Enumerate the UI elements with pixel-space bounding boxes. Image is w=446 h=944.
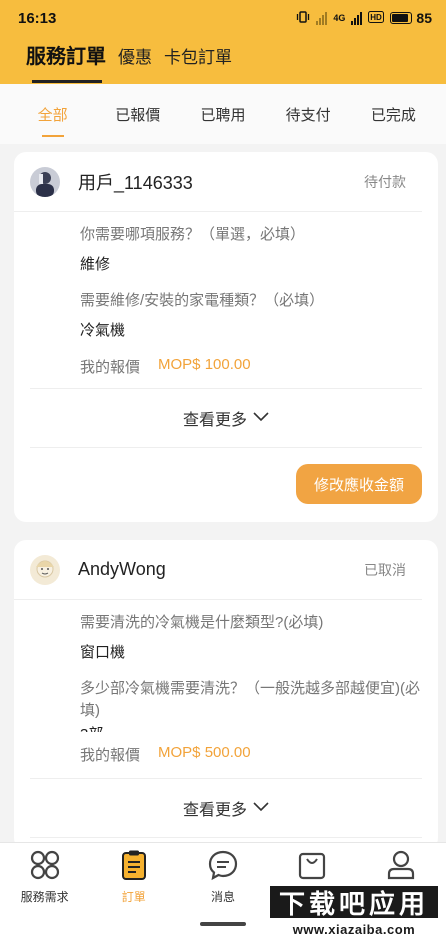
battery-icon: 85 — [390, 10, 432, 26]
subtab-all[interactable]: 全部 — [18, 104, 88, 137]
nav-orders[interactable]: 訂單 — [94, 849, 174, 905]
subtab-completed[interactable]: 已完成 — [358, 104, 428, 125]
answer-text: 維修 — [80, 256, 111, 273]
nav-label: 消息 — [210, 890, 235, 904]
status-filter-tabs: 全部 已報價 已聘用 待支付 已完成 — [0, 84, 446, 144]
hd-icon: HD — [368, 10, 385, 26]
order-status: 已取消 — [364, 561, 406, 578]
answer-text: 冷氣機 — [80, 322, 126, 339]
status-bar: 16:13 4G HD 85 — [0, 0, 446, 36]
avatar[interactable] — [30, 554, 60, 585]
chevron-down-icon — [253, 409, 269, 427]
quote-amount: MOP$ 500.00 — [158, 744, 251, 761]
header-bar: 16:13 4G HD 85 服務訂單 優惠 卡包訂單 — [0, 0, 446, 84]
watermark: 下载吧应用 www.xiazaiba.com — [268, 884, 440, 944]
order-status: 待付款 — [364, 173, 406, 190]
answer-text: 窗口機 — [80, 644, 126, 661]
main-tabs: 服務訂單 優惠 卡包訂單 — [26, 40, 232, 83]
quote-row: 我的報價 MOP$ 500.00 — [80, 744, 251, 764]
quote-label: 我的報價 — [80, 359, 141, 376]
nav-label: 服務需求 — [20, 890, 69, 904]
tab-card-orders[interactable]: 卡包訂單 — [164, 43, 232, 68]
answer-text: 3部 — [80, 724, 422, 732]
quote-label: 我的報價 — [80, 747, 141, 764]
network-type: 4G — [333, 13, 346, 23]
question-text: 需要維修/安裝的家電種類？（必填） — [80, 292, 325, 309]
order-username: AndyWong — [78, 559, 166, 579]
clipboard-icon — [118, 849, 150, 886]
edit-amount-button[interactable]: 修改應收金額 — [296, 464, 422, 504]
question-text: 你需要哪項服務？（單選，必填） — [80, 226, 306, 243]
order-card[interactable]: AndyWong 已取消 需要清洗的冷氣機是什麼類型?(必填) 窗口機 多少部冷… — [14, 540, 438, 850]
status-icons: 4G HD 85 — [296, 10, 432, 27]
subtab-quoted[interactable]: 已報價 — [103, 104, 173, 125]
grid-icon — [29, 849, 61, 886]
subtab-pending-payment[interactable]: 待支付 — [273, 104, 343, 125]
home-indicator[interactable] — [200, 922, 246, 926]
svg-text:HD: HD — [371, 13, 383, 22]
order-username: 用戶_1146333 — [78, 172, 193, 193]
user-icon — [385, 849, 417, 886]
view-more-button[interactable]: 查看更多 — [30, 778, 422, 838]
battery-level: 85 — [416, 10, 432, 26]
avatar[interactable] — [30, 166, 60, 197]
vibrate-icon — [296, 10, 310, 27]
nav-label: 訂單 — [121, 890, 146, 904]
tab-service-orders[interactable]: 服務訂單 — [26, 40, 106, 83]
question-text: 多少部冷氣機需要清洗？（一般洗越多部越便宜)(必填) — [80, 680, 420, 719]
subtab-hired[interactable]: 已聘用 — [188, 104, 258, 125]
signal-icon-2 — [351, 11, 363, 25]
status-time: 16:13 — [18, 9, 57, 27]
nav-service-requests[interactable]: 服務需求 — [5, 849, 85, 905]
view-more-label: 查看更多 — [182, 802, 247, 819]
view-more-button[interactable]: 查看更多 — [30, 388, 422, 448]
watermark-url: www.xiazaiba.com — [268, 922, 440, 937]
chat-bubble-icon — [207, 849, 239, 886]
order-details: 你需要哪項服務？（單選，必填） 維修 需要維修/安裝的家電種類？（必填） 冷氣機… — [14, 212, 438, 377]
nav-messages[interactable]: 消息 — [183, 849, 263, 905]
view-more-label: 查看更多 — [182, 412, 247, 429]
shopping-bag-icon — [296, 849, 328, 886]
order-card-header: AndyWong 已取消 — [14, 540, 422, 600]
quote-row: 我的報價 MOP$ 100.00 — [80, 356, 422, 377]
quote-amount: MOP$ 100.00 — [158, 356, 251, 373]
order-card-header: 用戶_1146333 待付款 — [14, 152, 422, 212]
watermark-title: 下载吧应用 — [268, 884, 440, 920]
chevron-down-icon — [253, 799, 269, 817]
tab-offers[interactable]: 優惠 — [118, 43, 152, 68]
signal-icon — [316, 11, 328, 25]
question-text: 需要清洗的冷氣機是什麼類型?(必填) — [80, 614, 324, 631]
order-card[interactable]: 用戶_1146333 待付款 你需要哪項服務？（單選，必填） 維修 需要維修/安… — [14, 152, 438, 522]
order-details: 需要清洗的冷氣機是什麼類型?(必填) 窗口機 多少部冷氣機需要清洗？（一般洗越多… — [14, 600, 438, 764]
